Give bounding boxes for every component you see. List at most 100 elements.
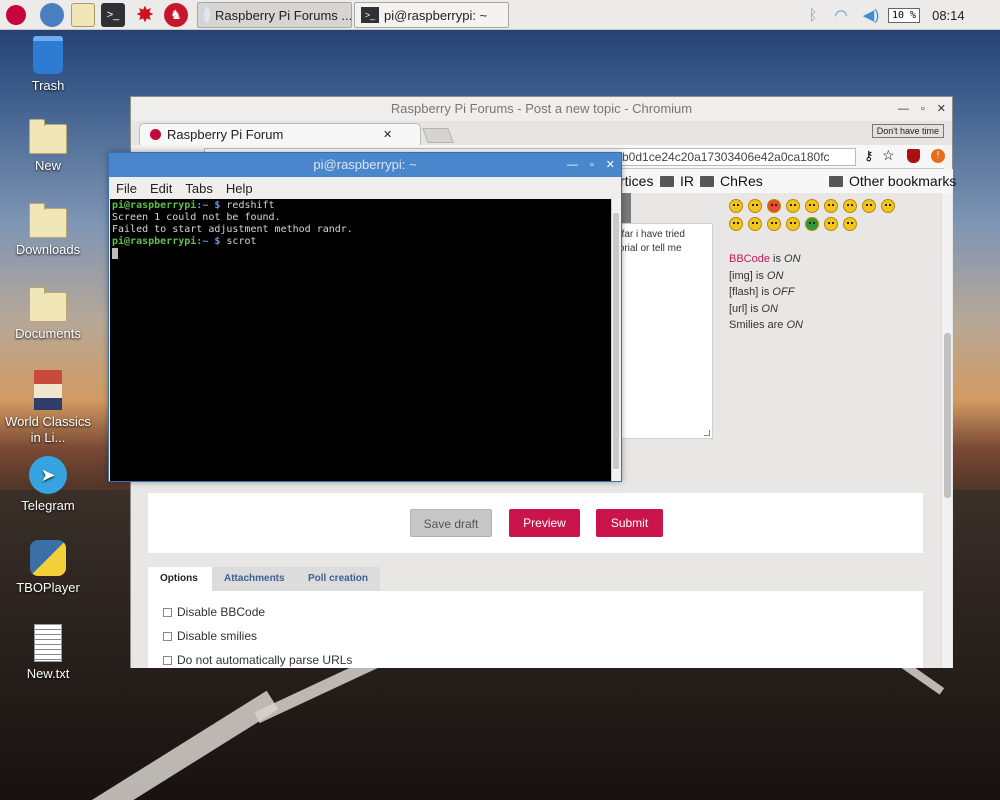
- terminal-scrollbar[interactable]: [611, 199, 620, 481]
- checkbox[interactable]: [163, 607, 172, 617]
- smiley-icon[interactable]: [843, 199, 857, 213]
- desktop-icon-new-txt[interactable]: New.txt: [0, 624, 96, 682]
- status-verb: is: [769, 253, 785, 265]
- submit-button[interactable]: Submit: [596, 509, 663, 537]
- desktop-icon-label: Trash: [31, 78, 65, 93]
- terminal-titlebar[interactable]: pi@raspberrypi: ~ — ▫ ✕: [109, 153, 621, 177]
- bbcode-status-list: BBCode is ON [img] is ON [flash] is OFF …: [729, 251, 929, 334]
- terminal-icon: >_: [361, 7, 379, 23]
- other-bookmarks[interactable]: Other bookmarks: [829, 173, 956, 189]
- python-icon: [30, 540, 66, 576]
- scrollbar-thumb[interactable]: [613, 213, 619, 469]
- smiley-icon[interactable]: [767, 217, 781, 231]
- task-terminal[interactable]: >_ pi@raspberrypi: ~: [354, 2, 509, 28]
- minimize-button[interactable]: —: [567, 153, 578, 177]
- key-icon[interactable]: ⚷: [864, 148, 874, 164]
- desktop-icon-trash[interactable]: Trash: [0, 36, 96, 94]
- tab-poll-creation[interactable]: Poll creation: [296, 567, 380, 591]
- smiley-icon[interactable]: [824, 217, 838, 231]
- chromium-titlebar[interactable]: Raspberry Pi Forums - Post a new topic -…: [131, 97, 952, 121]
- question-icon[interactable]: [881, 199, 895, 213]
- ublock-icon[interactable]: [907, 149, 920, 163]
- option-label: Do not automatically parse URLs: [177, 653, 353, 667]
- scrollbar-thumb[interactable]: [944, 333, 951, 498]
- terminal-output[interactable]: pi@raspberrypi:~ $ redshift Screen 1 coul…: [110, 199, 612, 481]
- smiley-icon[interactable]: [767, 199, 781, 213]
- menu-help[interactable]: Help: [226, 181, 253, 196]
- option-disable-smilies[interactable]: Disable smilies: [163, 629, 257, 643]
- exclamation-icon[interactable]: [862, 199, 876, 213]
- terminal-line: pi@raspberrypi:~ $ scrot: [112, 236, 610, 248]
- tab-close-icon[interactable]: ✕: [383, 128, 392, 141]
- maximize-button[interactable]: ▫: [921, 97, 925, 121]
- raspberry-menu-icon[interactable]: [6, 5, 26, 25]
- arrow-icon[interactable]: [748, 217, 762, 231]
- new-tab-button[interactable]: [422, 128, 454, 143]
- save-draft-button[interactable]: Save draft: [410, 509, 492, 537]
- command-text: redshift: [226, 200, 275, 211]
- smiley-icon[interactable]: [748, 199, 762, 213]
- bookmark-item[interactable]: rtices: [620, 173, 653, 189]
- browser-tab[interactable]: Raspberry Pi Forum ✕: [139, 123, 421, 145]
- status-name: [url]: [729, 302, 748, 315]
- desktop-icon-downloads[interactable]: Downloads: [0, 202, 96, 258]
- folder-icon: [660, 175, 674, 187]
- bbcode-status-row: BBCode is ON: [729, 251, 929, 268]
- tab-options[interactable]: Options: [148, 567, 212, 591]
- tab-attachments[interactable]: Attachments: [212, 567, 296, 591]
- flash-status-row: [flash] is OFF: [729, 284, 929, 301]
- clock[interactable]: 08:14: [932, 8, 965, 23]
- task-chromium[interactable]: Raspberry Pi Forums ...: [197, 2, 352, 28]
- mathematica-icon[interactable]: ✸: [133, 2, 157, 27]
- bbcode-help-link[interactable]: BBCode: [729, 253, 770, 265]
- star-icon[interactable]: ☆: [882, 147, 895, 164]
- idea-icon[interactable]: [729, 217, 743, 231]
- wolfram-icon[interactable]: ♞: [164, 3, 188, 27]
- checkbox[interactable]: [163, 655, 172, 665]
- file-manager-icon[interactable]: [71, 3, 95, 27]
- option-disable-bbcode[interactable]: Disable BBCode: [163, 605, 265, 619]
- alien-icon[interactable]: [805, 217, 819, 231]
- terminal-menubar: File Edit Tabs Help: [109, 177, 621, 199]
- close-button[interactable]: ✕: [606, 153, 615, 177]
- bluetooth-icon[interactable]: ᛒ: [800, 7, 826, 24]
- terminal-launcher-icon[interactable]: >_: [101, 3, 125, 27]
- smiley-icon[interactable]: [786, 217, 800, 231]
- minimize-button[interactable]: —: [898, 97, 909, 121]
- desktop-icon-new[interactable]: New: [0, 118, 96, 174]
- wifi-icon[interactable]: ◠: [826, 6, 856, 24]
- battery-indicator[interactable]: 10 %: [888, 7, 921, 23]
- volume-icon[interactable]: ◀): [856, 6, 886, 24]
- menu-file[interactable]: File: [116, 181, 137, 196]
- desktop-icon-documents[interactable]: Documents: [0, 286, 96, 342]
- bookmark-folder-ir[interactable]: IR: [660, 173, 694, 189]
- desktop-icon-label: Telegram: [21, 498, 75, 513]
- terminal-line: Screen 1 could not be found.: [112, 212, 281, 223]
- preview-button[interactable]: Preview: [509, 509, 580, 537]
- status-value: ON: [761, 302, 778, 315]
- menu-tabs[interactable]: Tabs: [185, 181, 212, 196]
- option-no-parse-urls[interactable]: Do not automatically parse URLs: [163, 653, 352, 667]
- maximize-button[interactable]: ▫: [590, 153, 594, 177]
- close-button[interactable]: ✕: [937, 97, 946, 121]
- checkbox[interactable]: [163, 631, 172, 641]
- smiley-icon[interactable]: [786, 199, 800, 213]
- smiley-icon[interactable]: [824, 199, 838, 213]
- warning-icon[interactable]: !: [931, 149, 945, 163]
- bookmark-folder-chres[interactable]: ChRes: [700, 173, 763, 189]
- desktop-icon-telegram[interactable]: ➤ Telegram: [0, 456, 96, 514]
- menu-edit[interactable]: Edit: [150, 181, 172, 196]
- desktop-icon-label: New.txt: [26, 666, 70, 681]
- desktop-icon-tboplayer[interactable]: TBOPlayer: [0, 540, 96, 596]
- page-scrollbar[interactable]: [941, 193, 952, 668]
- web-browser-icon[interactable]: [40, 3, 64, 27]
- smiley-icon[interactable]: [805, 199, 819, 213]
- terminal-line: Failed to start adjustment method randr.: [112, 224, 353, 235]
- resize-handle[interactable]: [704, 430, 710, 436]
- desktop-icon-world-classics[interactable]: World Classics in Li...: [0, 370, 96, 446]
- status-verb: is: [752, 269, 767, 282]
- extension-badge[interactable]: Don't have time: [871, 124, 944, 138]
- smiley-icon[interactable]: [729, 199, 743, 213]
- smiley-icon[interactable]: [843, 217, 857, 231]
- status-verb: is: [758, 286, 773, 298]
